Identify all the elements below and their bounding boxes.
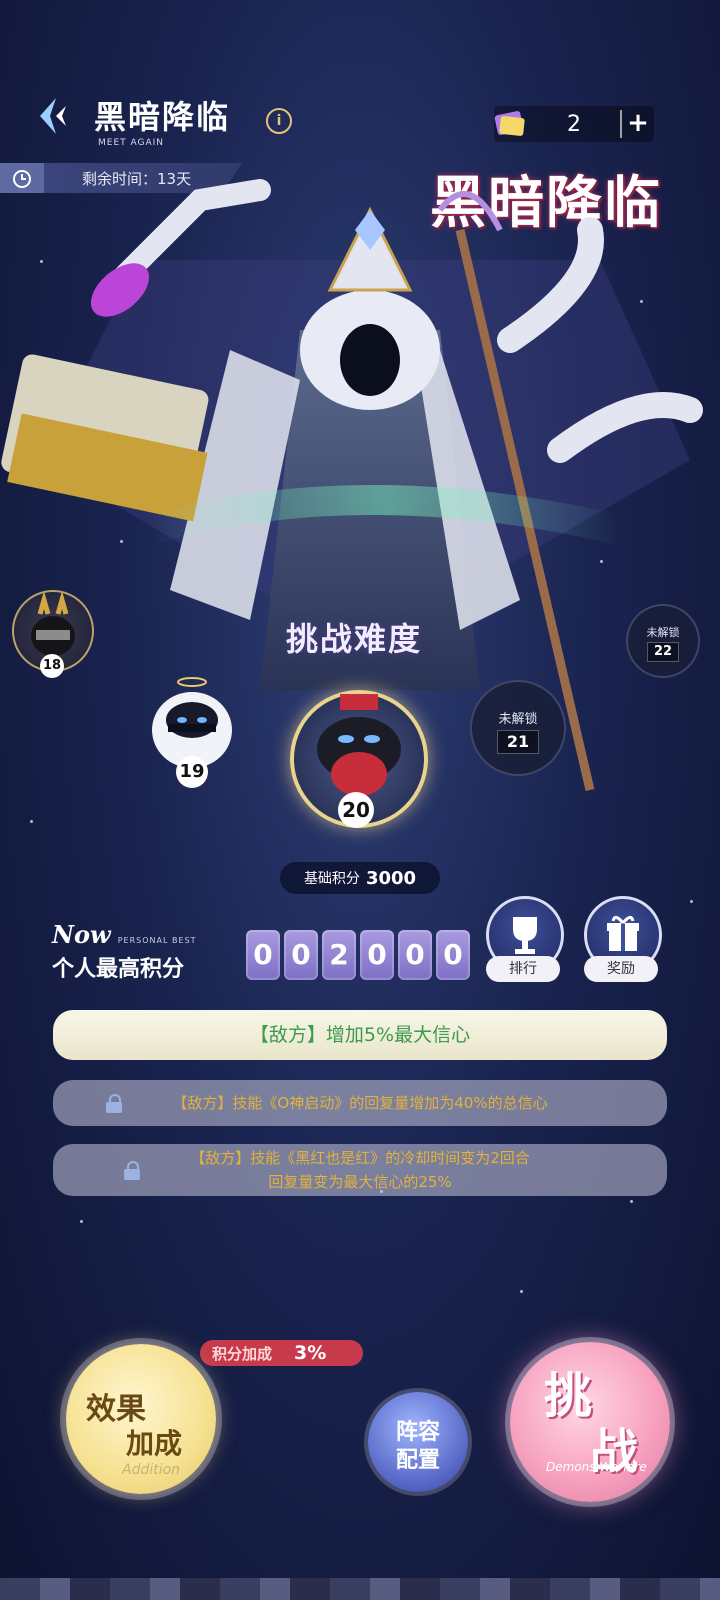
level-19-badge: 19 [176,756,208,788]
score-bonus-tag: 积分加成 3% [200,1340,363,1366]
base-score-value: 3000 [365,867,417,889]
lock-icon [105,1094,123,1113]
base-score-label: 基础积分 [303,871,360,887]
challenge-button[interactable]: 挑 战 Demons Warfare [510,1342,670,1502]
effect-bonus-line2: 加成 [126,1427,183,1460]
lock-icon [123,1161,141,1180]
ticket-count: 2 [567,111,581,137]
score-bonus-value: 3% [294,1342,327,1364]
personal-best: Now PERSONAL BEST 个人最高积分 [52,920,196,983]
personal-best-score: 0 0 2 0 0 0 [246,930,470,980]
level-19-node[interactable]: 19 [132,672,252,788]
level-21-locked-label: 未解锁 [498,712,538,727]
effect-bonus-en: Addition [122,1462,181,1478]
score-digit: 0 [246,930,280,980]
effect-bonus-button[interactable]: 效果 加成 Addition [66,1344,216,1494]
formation-button[interactable]: 阵容 配置 [368,1392,468,1492]
ticket-counter: 2 + [494,106,654,142]
page-subtitle: MEET AGAIN [98,138,165,148]
effect-row-locked: 【敌方】技能《黑红也是红》的冷却时间变为2回合 回复量变为最大信心的25% [53,1144,667,1196]
score-digit: 2 [322,930,356,980]
score-digit: 0 [398,930,432,980]
difficulty-title: 挑战难度 [286,620,423,658]
effect-text-line1: 【敌方】技能《黑红也是红》的冷却时间变为2回合 [190,1149,530,1167]
level-22-locked-label: 未解锁 [646,626,680,639]
challenge-en: Demons Warfare [546,1460,647,1474]
level-18-node[interactable]: 18 [12,590,94,678]
effect-text-line2: 回复量变为最大信心的25% [268,1173,452,1191]
back-arrow-icon [40,98,66,134]
level-21-node-locked[interactable]: 未解锁 21 [470,680,566,776]
title-block: 黑暗降临 MEET AGAIN [94,92,230,148]
score-digit: 0 [436,930,470,980]
score-digit: 0 [284,930,318,980]
effect-row-active: 【敌方】增加5%最大信心 [53,1010,667,1060]
personal-best-en-label: PERSONAL BEST [117,936,197,945]
personal-best-label: 个人最高积分 [52,956,185,982]
score-digit: 0 [360,930,394,980]
level-22-number: 22 [647,642,679,662]
info-icon[interactable]: i [266,108,292,134]
challenge-line1: 挑 [544,1368,593,1424]
level-20-badge: 20 [338,792,374,828]
effect-row-locked: 【敌方】技能《O神启动》的回复量增加为40%的总信心 [53,1080,667,1126]
level-20-node-selected[interactable]: 20 [290,654,428,828]
ranking-label[interactable]: 排行 [486,956,560,982]
reward-label[interactable]: 奖励 [584,956,658,982]
bottom-decor-strip [0,1578,720,1600]
score-bonus-label: 积分加成 [212,1344,273,1363]
add-ticket-button[interactable]: + [620,110,654,138]
level-21-number: 21 [497,730,539,754]
back-button[interactable] [36,96,74,136]
ticket-icon [490,109,528,139]
page-title: 黑暗降临 [94,98,231,136]
level-18-badge: 18 [40,654,64,678]
effect-text: 【敌方】技能《O神启动》的回复量增加为40%的总信心 [172,1094,548,1112]
level-22-node-locked[interactable]: 未解锁 22 [626,604,700,678]
base-score: 基础积分 3000 [280,862,440,894]
formation-line2: 配置 [395,1447,440,1473]
now-label: Now [52,920,111,949]
